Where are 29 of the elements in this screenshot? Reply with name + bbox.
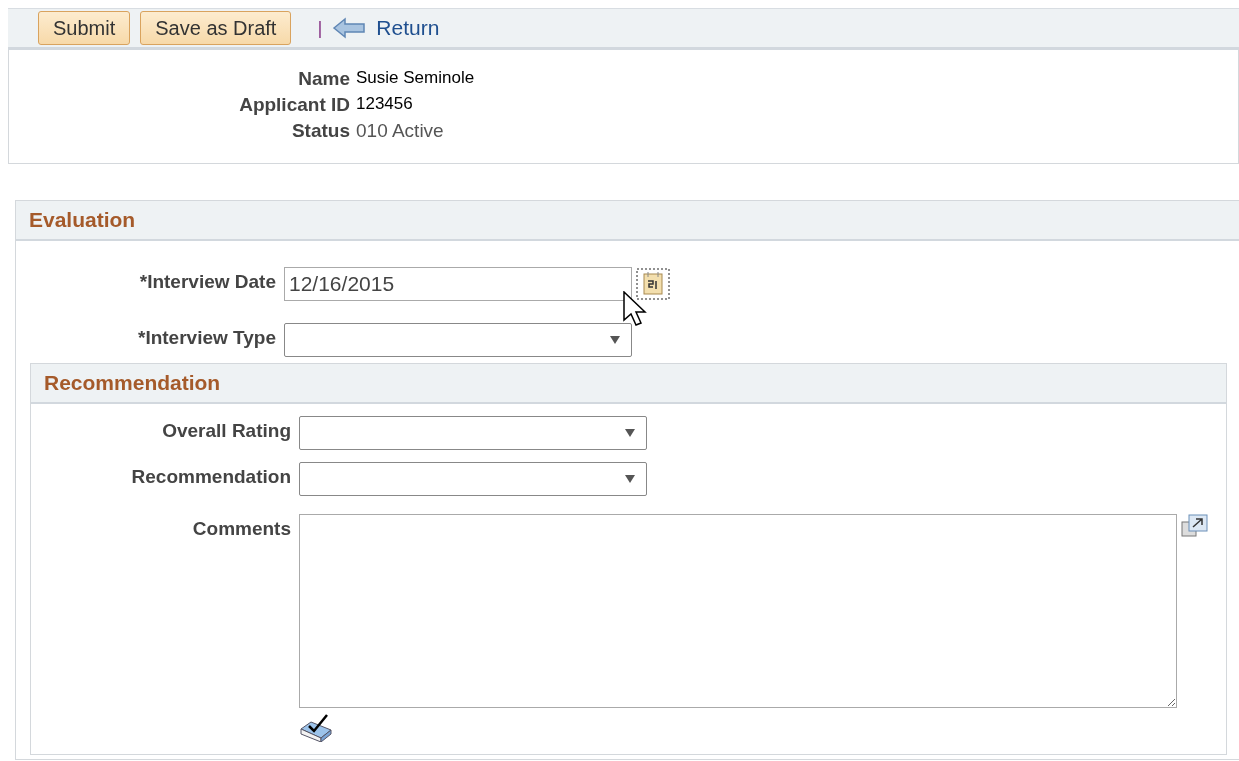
- date-field[interactable]: 12/16/2015: [284, 267, 632, 301]
- expand-icon[interactable]: [1181, 514, 1209, 538]
- field-label: Applicant ID: [238, 94, 351, 116]
- section-title: Recommendation: [44, 371, 221, 395]
- dropdown-caret-icon: [609, 335, 621, 345]
- field-label: *Interview Date: [138, 270, 276, 293]
- toolbar-button[interactable]: Submit: [38, 11, 131, 45]
- dropdown-caret-icon: [624, 474, 636, 484]
- dropdown-field[interactable]: [284, 323, 632, 357]
- field-value: 123456: [356, 94, 414, 115]
- field-label: Comments: [191, 517, 291, 540]
- dropdown-caret-icon: [624, 428, 636, 438]
- field-label: Status: [290, 120, 351, 142]
- toolbar-button[interactable]: Save as Draft: [140, 11, 292, 45]
- field-label: *Interview Type: [137, 326, 276, 349]
- field-label: Recommendation: [130, 465, 291, 488]
- field-label: Overall Rating: [161, 419, 291, 442]
- section-title: Evaluation: [29, 208, 136, 232]
- dropdown-field[interactable]: [299, 462, 647, 496]
- field-value: Susie Seminole: [356, 68, 476, 89]
- calendar-icon[interactable]: [636, 268, 670, 300]
- dropdown-field[interactable]: [299, 416, 647, 450]
- comments-field[interactable]: [299, 514, 1177, 708]
- spellcheck-book-icon[interactable]: [299, 712, 333, 742]
- field-value: 010 Active: [356, 120, 445, 142]
- return-link[interactable]: Return: [376, 16, 440, 40]
- separator: |: [317, 17, 323, 39]
- field-label: Name: [297, 68, 351, 90]
- arrow-left-icon: [332, 17, 367, 39]
